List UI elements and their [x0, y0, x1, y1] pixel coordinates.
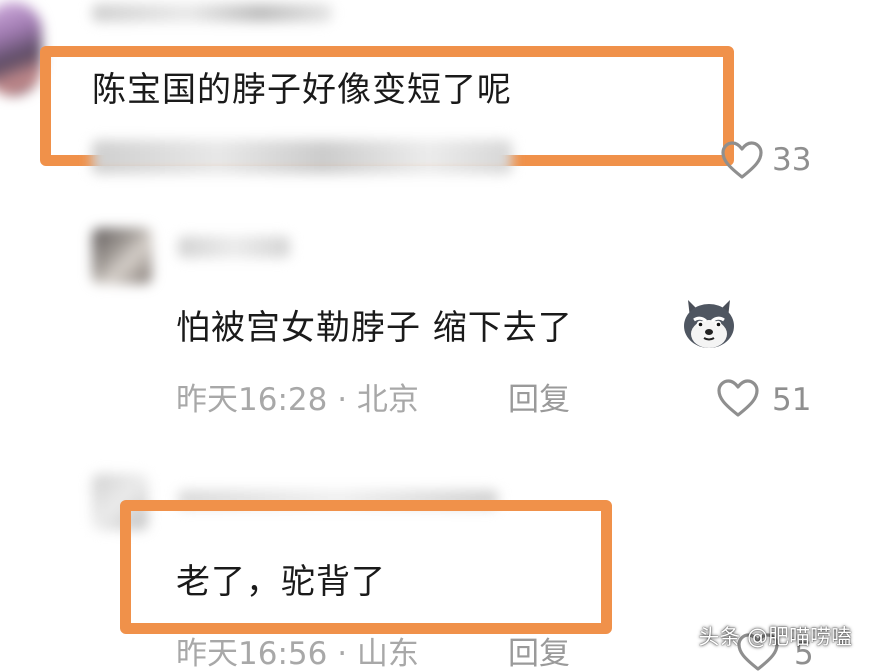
reply-button[interactable]: 回复: [508, 382, 570, 418]
like-count: 33: [772, 142, 812, 178]
husky-dog-emoji: [684, 300, 734, 348]
comment-text: 老了，驼背了: [176, 562, 386, 602]
avatar[interactable]: [0, 2, 42, 96]
watermark: 头条 @肥喵唠嗑: [698, 625, 852, 649]
heart-icon[interactable]: [716, 378, 760, 418]
comment-text: 怕被宫女勒脖子 缩下去了: [176, 308, 573, 348]
comment-text: 陈宝国的脖子好像变短了呢: [92, 70, 512, 110]
avatar[interactable]: [92, 228, 152, 284]
heart-icon[interactable]: [720, 140, 764, 180]
username-blurred[interactable]: [92, 4, 332, 22]
username-blurred[interactable]: [178, 236, 290, 258]
comment-meta-blurred: [92, 140, 512, 174]
like-count: 51: [772, 382, 812, 418]
comment-meta: 昨天16:28 · 北京: [176, 382, 419, 418]
